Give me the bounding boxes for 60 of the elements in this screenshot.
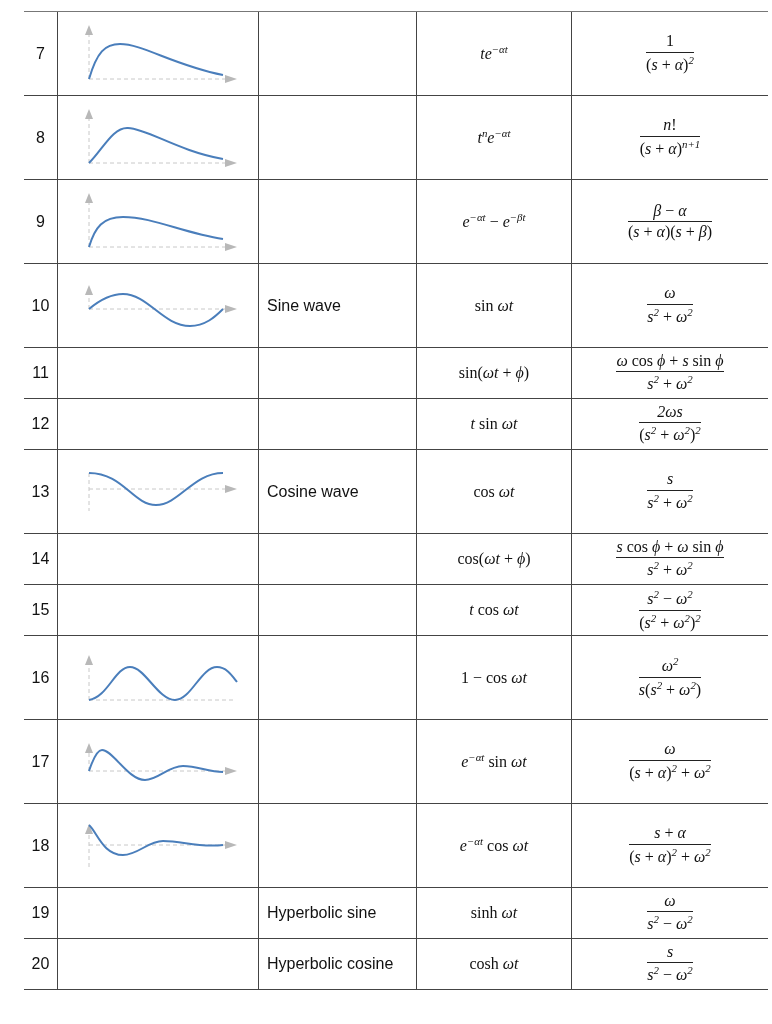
fraction-numerator: ω [664, 740, 676, 759]
fraction-denominator: s$^{2}$ + ω$^{2}$ [647, 559, 693, 581]
row-number: 16 [31, 668, 50, 687]
row-number: 10 [31, 296, 50, 315]
fraction-numerator: s + α [654, 824, 686, 843]
fraction-denominator: s$^{2}$ + ω$^{2}$ [647, 491, 693, 513]
row-number: 8 [36, 128, 45, 147]
row-number: 19 [31, 904, 50, 922]
row-number: 11 [32, 364, 49, 382]
function-description: Hyperbolic cosine [267, 955, 394, 973]
function-description: Sine wave [267, 296, 341, 315]
fraction-numerator: 1 [666, 32, 674, 51]
time-function: e$^{−αt}$ − e$^{−βt}$ [462, 211, 526, 232]
time-function: t$^{n}$e$^{−αt}$ [477, 127, 511, 148]
fraction-denominator: s$^{2}$ + ω$^{2}$ [647, 305, 693, 327]
row-number: 17 [31, 752, 50, 771]
time-function: e$^{−αt}$ sin ωt [461, 751, 527, 772]
fraction-numerator: n! [663, 116, 677, 135]
fraction-numerator: ω [664, 284, 676, 303]
fraction-denominator: (s + α)$^{2}$ + ω$^{2}$ [629, 761, 711, 783]
time-function: 1 − cos ωt [460, 668, 528, 687]
fraction-numerator: s cos ϕ + ω sin ϕ [616, 537, 724, 557]
fraction-numerator: s [666, 470, 674, 489]
time-function: cos(ωt + ϕ) [457, 550, 531, 568]
fraction-numerator: β − α [653, 201, 687, 220]
fraction-denominator: (s$^{2}$ + ω$^{2}$)$^{2}$ [639, 424, 701, 446]
row-number: 18 [31, 836, 50, 855]
row-number: 9 [36, 212, 45, 231]
time-function: cosh ωt [469, 955, 519, 973]
fraction-denominator: (s + α)$^{n+1}$ [639, 137, 701, 159]
fraction-denominator: (s + α)(s + β) [627, 223, 713, 242]
fraction-numerator: s [666, 942, 674, 962]
fraction-denominator: s$^{2}$ − ω$^{2}$ [647, 913, 693, 935]
row-number: 20 [31, 955, 50, 973]
fraction-denominator: (s + α)$^{2}$ [646, 53, 694, 75]
fraction-denominator: (s$^{2}$ + ω$^{2}$)$^{2}$ [639, 611, 701, 633]
fraction-numerator: ω$^{2}$ [661, 655, 679, 676]
time-function: sinh ωt [470, 904, 518, 922]
fraction-numerator: ω cos ϕ + s sin ϕ [616, 351, 724, 371]
row-number: 15 [31, 601, 50, 619]
row-number: 7 [36, 44, 45, 63]
function-description: Hyperbolic sine [267, 904, 377, 922]
time-function: cos ωt [473, 482, 515, 501]
fraction-denominator: s$^{2}$ − ω$^{2}$ [647, 964, 693, 986]
time-function: t sin ωt [470, 415, 518, 433]
time-function: sin ωt [474, 296, 514, 315]
fraction-numerator: s$^{2}$ − ω$^{2}$ [647, 587, 693, 609]
time-function: sin(ωt + ϕ) [458, 364, 530, 382]
fraction-numerator: ω [664, 891, 676, 911]
row-number: 12 [31, 415, 50, 433]
time-function: te$^{−αt}$ [480, 43, 508, 64]
row-number: 14 [31, 550, 50, 568]
fraction-denominator: s$^{2}$ + ω$^{2}$ [647, 373, 693, 395]
fraction-denominator: s(s$^{2}$ + ω$^{2}$) [638, 679, 702, 700]
row-number: 13 [31, 482, 50, 501]
fraction-denominator: (s + α)$^{2}$ + ω$^{2}$ [629, 845, 711, 867]
time-function: e$^{−αt}$ cos ωt [459, 835, 529, 856]
fraction-numerator: 2ωs [657, 402, 683, 422]
time-function: t cos ωt [469, 601, 519, 619]
function-description: Cosine wave [267, 482, 359, 501]
